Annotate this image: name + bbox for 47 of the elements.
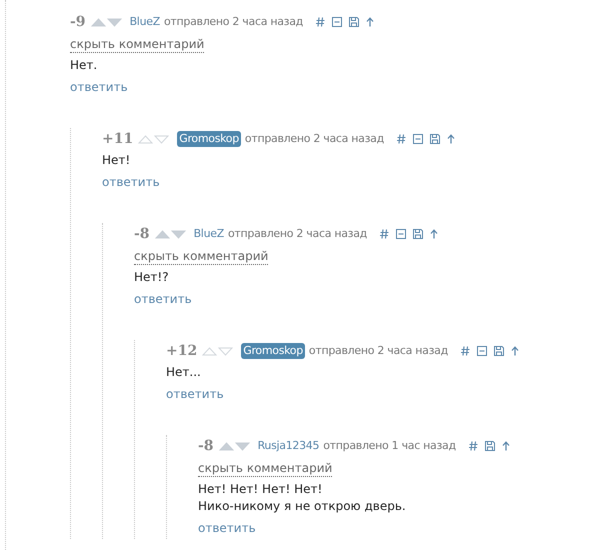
arrow-up-icon[interactable]: [446, 134, 455, 144]
author-link[interactable]: BlueZ: [130, 14, 160, 30]
comment-score: +11: [102, 130, 134, 148]
comment-text: Нет! Нет! Нет! Нет! Нико-никому я не открою дверь.: [198, 481, 407, 515]
comment-score: +12: [166, 342, 198, 360]
comment-text: Нет!?: [134, 269, 170, 286]
save-icon[interactable]: [412, 229, 423, 239]
post-time: отправлено 2 часа назад: [308, 342, 448, 359]
reply-link[interactable]: ответить: [70, 78, 128, 96]
collapse-icon[interactable]: [412, 134, 423, 144]
hash-icon[interactable]: [396, 134, 406, 144]
post-time: отправлено 1 час назад: [323, 438, 456, 454]
save-icon[interactable]: [484, 441, 495, 451]
hash-icon[interactable]: [380, 229, 389, 239]
collapse-icon[interactable]: [476, 346, 487, 356]
comment-text: Нет!: [102, 152, 132, 169]
hash-icon[interactable]: [460, 346, 470, 356]
comment-text: Нет.: [70, 57, 98, 74]
reply-link[interactable]: ответить: [102, 173, 160, 191]
post-time: отправлено 2 часа назад: [164, 14, 303, 30]
save-icon[interactable]: [348, 17, 359, 27]
post-time: отправлено 2 часа назад: [244, 130, 384, 147]
hash-icon[interactable]: [316, 17, 325, 27]
hide-comment-link[interactable]: скрыть комментарий: [198, 460, 332, 476]
reply-link[interactable]: ответить: [134, 290, 192, 308]
collapse-icon[interactable]: [332, 17, 342, 27]
reply-link[interactable]: ответить: [166, 385, 224, 403]
save-icon[interactable]: [430, 134, 440, 144]
comment-text: Нет...: [166, 364, 202, 381]
arrow-up-icon[interactable]: [366, 17, 374, 27]
comment-score: -8: [134, 224, 150, 244]
author-link[interactable]: BlueZ: [194, 226, 224, 242]
arrow-up-icon[interactable]: [510, 346, 519, 356]
reply-link[interactable]: ответить: [198, 519, 256, 537]
arrow-up-icon[interactable]: [502, 441, 510, 451]
post-time: отправлено 2 часа назад: [228, 226, 367, 242]
comment-score: -9: [70, 12, 86, 32]
author-link[interactable]: Gromoskop: [241, 343, 305, 359]
hide-comment-link[interactable]: скрыть комментарий: [134, 248, 268, 264]
save-icon[interactable]: [494, 346, 504, 356]
comment-score: -8: [198, 436, 214, 456]
author-link[interactable]: Gromoskop: [177, 131, 241, 147]
hide-comment-link[interactable]: скрыть комментарий: [70, 36, 204, 52]
collapse-icon[interactable]: [396, 229, 406, 239]
author-link[interactable]: Rusja12345: [258, 438, 320, 454]
arrow-up-icon[interactable]: [430, 229, 438, 239]
hash-icon[interactable]: [468, 441, 478, 451]
